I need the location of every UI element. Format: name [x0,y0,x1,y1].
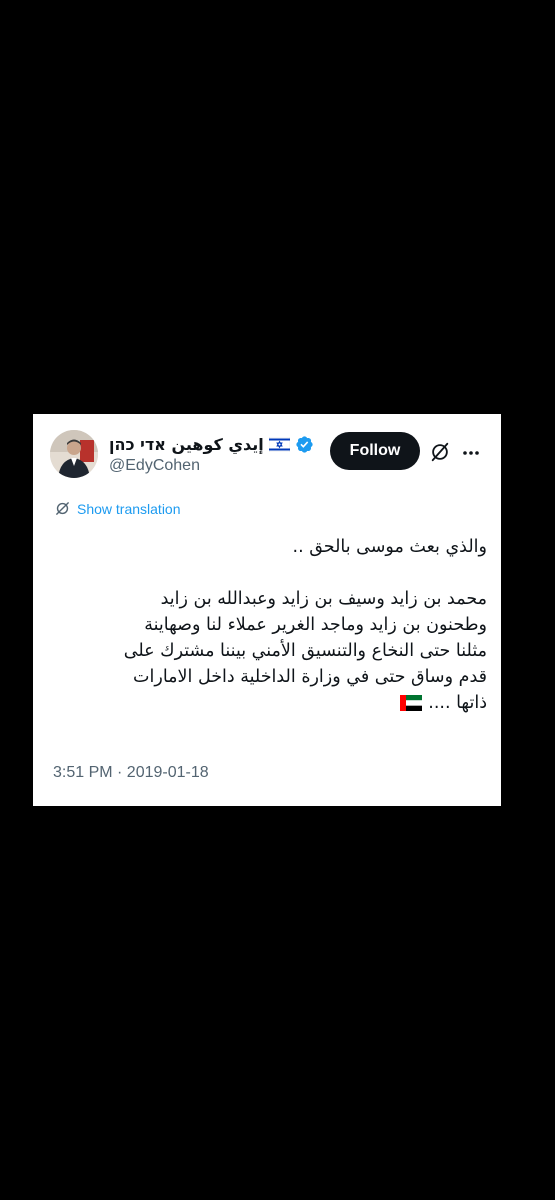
uae-flag-icon [400,695,423,711]
tweet-line: ذاتها .... [428,693,487,713]
tweet-line: قدم وساق حتى في وزارة الداخلية داخل الام… [133,667,487,687]
author-display-name[interactable]: إيدي كوهين אדי כהן [109,435,264,454]
author-handle[interactable]: @EdyCohen [109,457,200,475]
author-name-row: إيدي كوهين אדי כהן [109,433,314,455]
tweet-timestamp[interactable]: 3:51 PM · 2019-01-18 [53,764,209,782]
verified-badge-icon [296,435,313,453]
grok-icon[interactable] [429,441,451,463]
israel-flag-icon [268,436,290,452]
author-avatar[interactable] [50,430,98,478]
tweet-line: محمد بن زايد وسيف بن زايد وعبدالله بن زا… [160,589,487,609]
tweet-card: إيدي كوهين אדי כהן @EdyCohen Follow Show… [33,414,501,806]
tweet-body: والذي بعث موسى بالحق .. محمد بن زايد وسي… [51,534,487,716]
more-options-icon[interactable] [461,443,481,463]
tweet-line: وطحنون بن زايد وماجد الغرير عملاء لنا وص… [144,615,487,635]
screen: إيدي كوهين אדי כהן @EdyCohen Follow Show… [0,0,555,1200]
globe-icon [56,502,69,515]
tweet-line: والذي بعث موسى بالحق .. [292,537,488,557]
show-translation-label[interactable]: Show translation [77,501,181,517]
follow-button[interactable]: Follow [330,432,420,470]
tweet-last-line: ذاتها .... [51,690,487,716]
show-translation-link[interactable]: Show translation [54,500,181,517]
tweet-line: مثلنا حتى النخاع والتنسيق الأمني بيننا م… [123,641,487,661]
